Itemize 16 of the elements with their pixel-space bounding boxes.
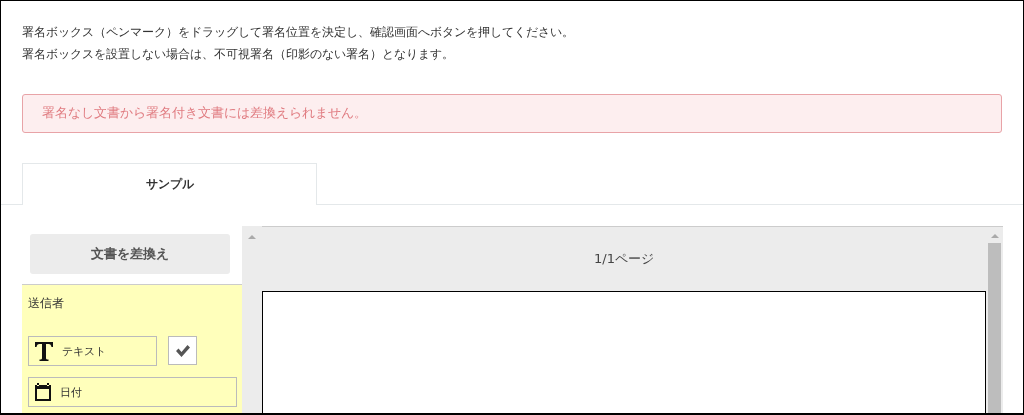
panel-title: 送信者 xyxy=(28,295,65,312)
page-counter: 1/1ページ xyxy=(594,250,654,268)
scroll-up-icon[interactable] xyxy=(248,234,256,240)
text-icon xyxy=(34,340,54,362)
instruction-text: 署名ボックスを設置しない場合は、不可視署名（印影のない署名）となります。 xyxy=(22,46,455,63)
checkbox[interactable] xyxy=(168,336,197,365)
instruction-text: 署名ボックス（ペンマーク）をドラッグして署名位置を決定し、確認画面へボタンを押してください。 xyxy=(22,24,575,41)
tab[interactable]: サンプル xyxy=(22,163,317,205)
scroll-up-icon[interactable] xyxy=(990,233,999,239)
check-icon xyxy=(174,343,191,358)
draggable-field[interactable]: テキスト xyxy=(28,336,157,366)
draggable-field[interactable]: 日付 xyxy=(28,377,237,407)
alert-text: 署名なし文書から署名付き文書には差換えられません。 xyxy=(42,105,367,122)
calendar-icon xyxy=(34,382,52,402)
replace-document-button[interactable]: 文書を差換え xyxy=(30,234,230,274)
scrollbar-thumb[interactable] xyxy=(988,243,1001,413)
